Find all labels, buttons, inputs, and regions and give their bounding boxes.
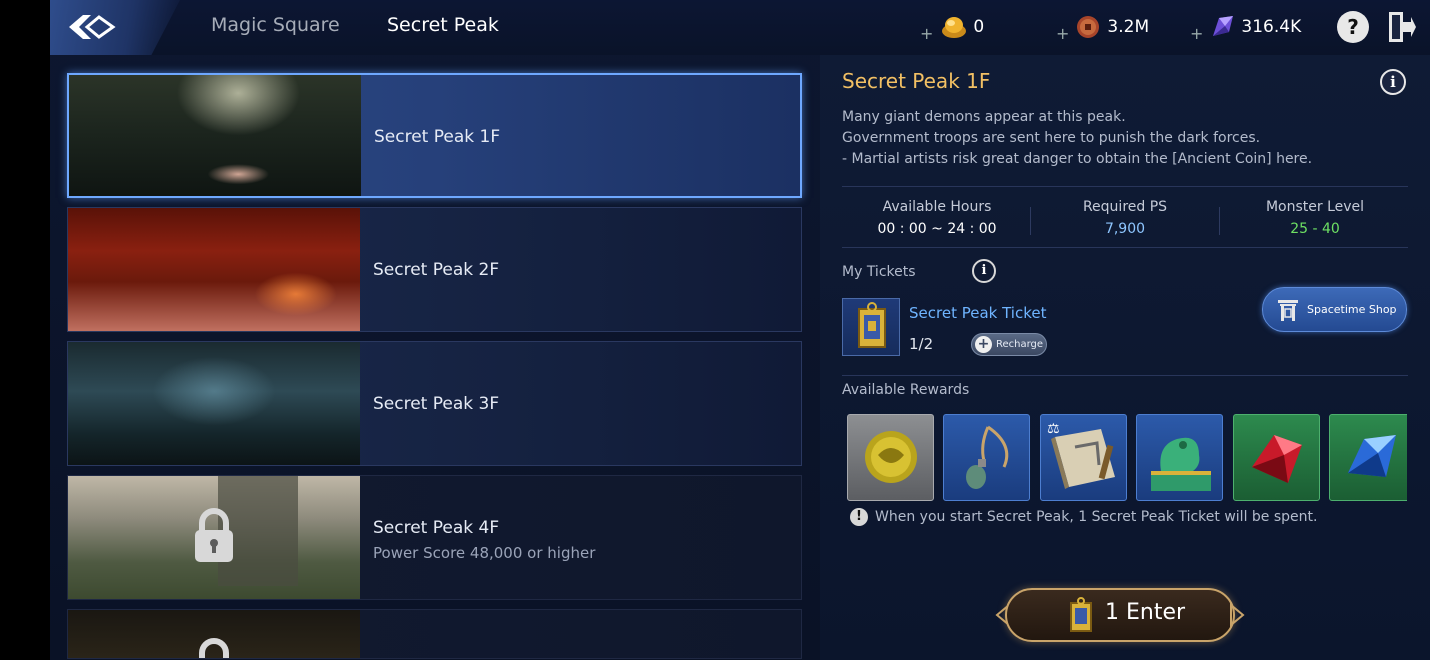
detail-description: Many giant demons appear at this peak. G… (842, 107, 1412, 170)
currency-gold-value: 0 (973, 17, 985, 37)
enter-button[interactable]: 1 Enter (995, 588, 1245, 642)
reward-item[interactable] (847, 414, 934, 501)
reward-item[interactable] (943, 414, 1030, 501)
floor-item-5f[interactable] (67, 609, 802, 659)
rewards-label: Available Rewards (842, 382, 970, 398)
ticket-count: 1/2 (909, 335, 934, 353)
description-line: - Martial artists risk great danger to o… (842, 151, 1313, 167)
stat-label: Monster Level (1265, 199, 1365, 215)
tab-magic-square[interactable]: Magic Square (211, 14, 340, 36)
red-crystal-icon (1252, 435, 1302, 483)
crystal-icon (1213, 16, 1234, 36)
reward-item[interactable] (1136, 414, 1223, 501)
divider (842, 375, 1408, 376)
floor-name: Secret Peak 1F (374, 127, 501, 147)
chevron-right-icon (1230, 603, 1245, 627)
currency-copper[interactable]: + 3.2M (1056, 13, 1150, 43)
reward-item[interactable] (1233, 414, 1320, 501)
divider (842, 247, 1408, 248)
ticket-slot[interactable] (842, 298, 900, 356)
description-line: Government troops are sent here to punis… (842, 130, 1261, 146)
floor-name: Secret Peak 2F (373, 260, 500, 280)
ticket-name: Secret Peak Ticket (909, 304, 1047, 322)
rewards-list[interactable]: ⚖ (847, 414, 1407, 501)
info-button[interactable]: i (1380, 69, 1406, 95)
copper-coin-icon (1077, 16, 1100, 38)
stat-required-ps: Required PS 7,900 (1030, 199, 1220, 237)
currency-gold[interactable]: + 0 (920, 13, 985, 43)
floor-item-2f[interactable]: Secret Peak 2F (67, 207, 802, 332)
currency-copper-value: 3.2M (1107, 17, 1150, 37)
floor-item-3f[interactable]: Secret Peak 3F (67, 341, 802, 466)
reward-item[interactable] (1329, 414, 1407, 501)
jade-dragon-seal-icon (1151, 437, 1211, 491)
blue-crystal-icon (1348, 435, 1396, 477)
currency-crystal-value: 316.4K (1241, 17, 1302, 37)
plus-icon: + (1190, 23, 1204, 43)
help-button[interactable]: ? (1337, 11, 1369, 43)
detail-panel: Secret Peak 1F i Many giant demons appea… (820, 55, 1430, 660)
divider (842, 186, 1408, 187)
detail-title: Secret Peak 1F (842, 69, 991, 93)
stat-label: Required PS (1082, 199, 1168, 215)
ancient-coin-icon (865, 431, 917, 483)
floor-1f-image (69, 75, 361, 196)
floor-item-4f[interactable]: Secret Peak 4F Power Score 48,000 or hig… (67, 475, 802, 600)
floor-requirement: Power Score 48,000 or higher (373, 544, 596, 562)
floor-name: Secret Peak 3F (373, 394, 500, 414)
floor-item-1f[interactable]: Secret Peak 1F (67, 73, 802, 198)
stat-available-hours: Available Hours 00 : 00 ~ 24 : 00 (842, 199, 1032, 237)
floor-2f-image (68, 208, 360, 331)
stat-monster-level: Monster Level 25 - 40 (1220, 199, 1410, 237)
floor-5f-image (68, 610, 360, 658)
tab-secret-peak[interactable]: Secret Peak (367, 4, 519, 46)
warning-text: When you start Secret Peak, 1 Secret Pea… (875, 509, 1318, 525)
plus-icon: + (975, 336, 992, 353)
plus-icon: + (920, 23, 934, 43)
lock-icon (199, 638, 229, 658)
pendant-icon (966, 425, 1009, 489)
enter-button-body (1005, 588, 1235, 642)
svg-text:⚖: ⚖ (1047, 421, 1060, 437)
stat-value: 25 - 40 (1290, 221, 1340, 237)
reward-item[interactable]: ⚖ (1040, 414, 1127, 501)
recharge-button[interactable]: + Recharge (971, 333, 1047, 356)
spacetime-shop-button[interactable]: Spacetime Shop (1262, 287, 1407, 332)
ticket-warning: ! When you start Secret Peak, 1 Secret P… (850, 508, 1317, 526)
ticket-icon (1070, 597, 1092, 632)
warning-icon: ! (850, 508, 868, 526)
floor-4f-image (68, 476, 360, 599)
ticket-icon (858, 302, 886, 348)
currency-crystal[interactable]: + 316.4K (1190, 13, 1302, 43)
exit-button[interactable] (1387, 10, 1417, 48)
stat-label: Available Hours (882, 199, 992, 215)
tickets-info-button[interactable]: i (972, 259, 996, 283)
recharge-label: Recharge (996, 339, 1044, 350)
back-arrow-icon (69, 15, 116, 39)
enter-label: Enter (1126, 600, 1186, 625)
my-tickets-label: My Tickets (842, 264, 916, 280)
exit-door-icon (1389, 12, 1416, 42)
plus-icon: + (1056, 23, 1070, 43)
stat-value: 7,900 (1104, 221, 1146, 237)
floor-name: Secret Peak 4F (373, 518, 500, 538)
enter-ticket-cost: 1 (1105, 600, 1119, 625)
top-bar: Magic Square Secret Peak + 0 + 3.2M + 31… (50, 0, 1430, 55)
floor-3f-image (68, 342, 360, 465)
app-root: Magic Square Secret Peak + 0 + 3.2M + 31… (50, 0, 1430, 660)
shop-gate-icon (1278, 300, 1298, 321)
skill-book-icon: ⚖ (1047, 421, 1115, 489)
lock-icon (195, 508, 233, 562)
back-button[interactable] (50, 0, 180, 55)
description-line: Many giant demons appear at this peak. (842, 109, 1126, 125)
gold-ingot-icon (942, 17, 967, 38)
shop-label: Spacetime Shop (1307, 303, 1397, 316)
stat-value: 00 : 00 ~ 24 : 00 (877, 221, 997, 237)
